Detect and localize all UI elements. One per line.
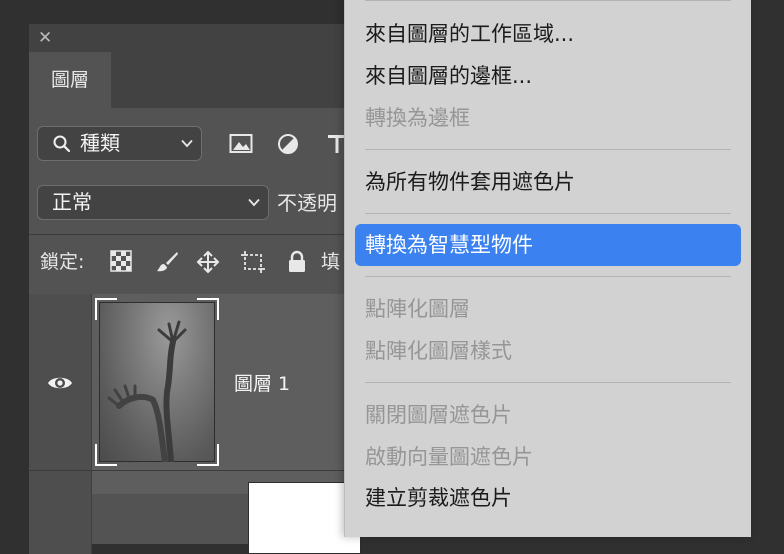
layers-panel: ✕ 圖層 種類 正常 不透明 鎖定: 填 圖層 1 <box>29 24 361 554</box>
layer-name[interactable]: 圖層 1 <box>234 369 290 399</box>
menu-item-convert-to-smart-object[interactable]: 轉換為智慧型物件 <box>365 229 533 261</box>
adjustment-filter-icon[interactable] <box>277 133 299 155</box>
divider <box>29 234 359 235</box>
menu-item-mask-all-objects[interactable]: 為所有物件套用遮色片 <box>365 166 575 198</box>
lock-transparent-pixels-icon[interactable] <box>110 250 132 272</box>
hands-image <box>107 320 187 465</box>
menu-item-artboard-from-layers[interactable]: 來自圖層的工作區域... <box>365 18 574 50</box>
lock-image-pixels-icon[interactable] <box>155 250 179 274</box>
menu-separator <box>365 149 731 150</box>
lock-artboard-icon[interactable] <box>240 250 266 274</box>
menu-separator <box>365 382 731 383</box>
menu-item-frame-from-layers[interactable]: 來自圖層的邊框... <box>365 60 532 92</box>
search-icon <box>53 135 71 153</box>
visibility-column <box>29 294 92 554</box>
chevron-down-icon <box>248 198 260 207</box>
chevron-down-icon <box>181 139 193 148</box>
blend-mode-value: 正常 <box>52 190 92 214</box>
divider <box>29 470 359 471</box>
menu-separator <box>365 0 731 1</box>
selection-corner <box>95 444 117 466</box>
selection-corner <box>95 298 117 320</box>
lock-label: 鎖定: <box>40 251 85 273</box>
menu-item-enable-vector-mask: 啟動向量圖遮色片 <box>365 445 533 469</box>
layer-thumbnail-image <box>99 302 215 465</box>
selection-corner <box>197 444 219 466</box>
menu-item-create-clipping-mask[interactable]: 建立剪裁遮色片 <box>365 482 512 514</box>
selection-corner <box>197 298 219 320</box>
lock-position-icon[interactable] <box>196 250 220 274</box>
eye-icon[interactable] <box>47 374 73 392</box>
menu-item-convert-to-frame: 轉換為邊框 <box>365 106 470 130</box>
panel-title-bar: ✕ <box>29 24 359 52</box>
lock-all-icon[interactable] <box>287 250 307 274</box>
blend-mode-select[interactable]: 正常 <box>37 185 269 220</box>
tab-layers[interactable]: 圖層 <box>29 52 111 108</box>
opacity-label: 不透明 <box>277 191 337 215</box>
layer-filter-select[interactable]: 種類 <box>37 126 202 161</box>
menu-separator <box>365 213 731 214</box>
fill-label: 填 <box>321 251 341 273</box>
menu-item-rasterize-layer: 點陣化圖層 <box>365 297 470 321</box>
image-filter-icon[interactable] <box>229 133 253 155</box>
menu-item-disable-layer-mask: 關閉圖層遮色片 <box>365 403 512 427</box>
layer-thumbnail[interactable] <box>95 298 219 466</box>
close-icon[interactable]: ✕ <box>38 28 52 48</box>
menu-separator <box>365 276 731 277</box>
layer-context-menu: 來自圖層的工作區域... 來自圖層的邊框... 轉換為邊框 為所有物件套用遮色片… <box>344 0 751 537</box>
menu-item-rasterize-layer-style: 點陣化圖層樣式 <box>365 339 512 363</box>
panel-tab-strip: 圖層 <box>29 52 359 108</box>
layer-filter-value: 種類 <box>80 131 120 155</box>
